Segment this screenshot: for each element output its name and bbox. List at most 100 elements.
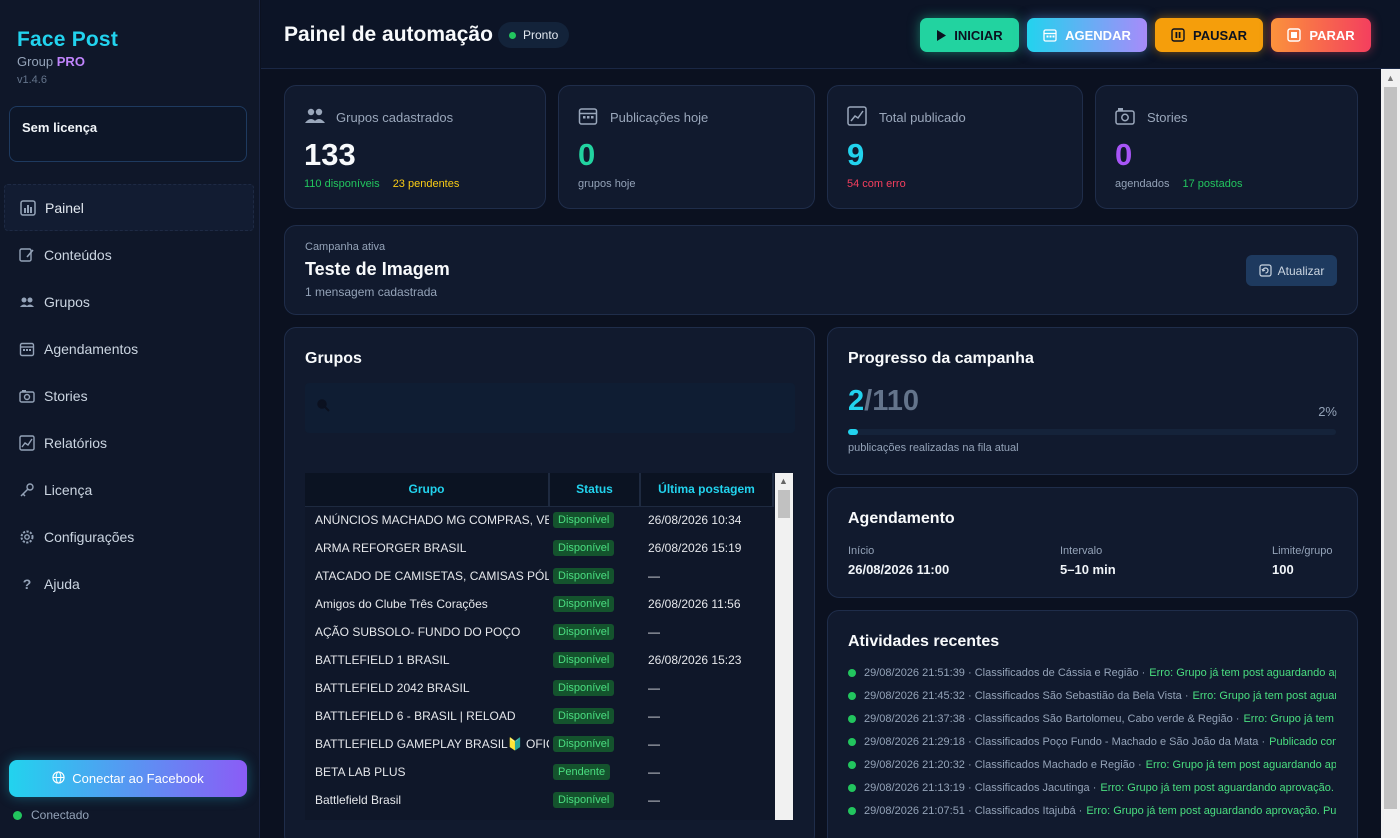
status-badge: Disponível bbox=[553, 568, 615, 584]
status-dot-icon bbox=[509, 31, 516, 39]
schedule-button-label: AGENDAR bbox=[1065, 27, 1131, 43]
refresh-icon bbox=[1259, 264, 1272, 277]
activity-message: Erro: Grupo já tem post aguardando aprov… bbox=[1100, 781, 1336, 794]
groups-panel: Grupos Grupo Status Última postagem ANÚN… bbox=[284, 327, 815, 838]
chart-line-icon bbox=[847, 106, 869, 128]
schedule-button[interactable]: AGENDAR bbox=[1027, 18, 1147, 52]
schedule-start: Início 26/08/2026 11:00 bbox=[848, 545, 949, 577]
schedule-interval: Intervalo 5–10 min bbox=[1060, 545, 1116, 577]
stat-card-groups: Grupos cadastrados 133 110 disponíveis 2… bbox=[284, 85, 546, 209]
activity-meta: 29/08/2026 21:51:39 · Classificados de C… bbox=[864, 666, 1146, 679]
progress-title: Progresso da campanha bbox=[848, 350, 1034, 367]
page-scrollbar-thumb[interactable] bbox=[1384, 87, 1397, 809]
refresh-button-label: Atualizar bbox=[1277, 263, 1325, 278]
column-header-last-post[interactable]: Última postagem bbox=[640, 473, 774, 507]
status-badge: Disponível bbox=[553, 708, 615, 724]
status-badge: Disponível bbox=[553, 624, 615, 640]
table-row[interactable]: Battlefield Brasil Disponível — bbox=[305, 786, 773, 814]
sidebar-item-stories[interactable]: Stories bbox=[4, 372, 254, 419]
stat-available: 110 disponíveis bbox=[304, 178, 380, 190]
stat-label: Publicações hoje bbox=[578, 106, 708, 128]
groups-title: Grupos bbox=[305, 350, 362, 367]
table-row[interactable]: BATTLEFIELD 6 - BRASIL | RELOAD Disponíve… bbox=[305, 702, 773, 730]
list-item: 29/08/2026 21:20:32 · Classificados Mach… bbox=[848, 753, 1336, 776]
sidebar-item-conteudos[interactable]: Conteúdos bbox=[4, 231, 254, 278]
play-icon bbox=[936, 29, 947, 41]
cell-group: BATTLEFIELD 2042 BRASIL bbox=[315, 681, 470, 695]
stat-label-text: Grupos cadastrados bbox=[336, 109, 454, 125]
stat-label: Total publicado bbox=[847, 106, 966, 128]
table-row[interactable]: ARMA REFORGER BRASIL Disponível 26/08/2026… bbox=[305, 534, 773, 562]
cell-group: BATTLEFIELD 6 - BRASIL | RELOAD bbox=[315, 709, 516, 723]
table-row[interactable]: BATTLEFIELD GAMEPLAY BRASIL🔰 OFICIAL Disp… bbox=[305, 730, 773, 758]
sidebar-nav: Painel Conteúdos Grupos Agendamentos Sto… bbox=[4, 184, 254, 607]
activity-message: Erro: Grupo já tem post aguardando aprov… bbox=[1192, 689, 1336, 702]
sidebar-item-label: Configurações bbox=[44, 528, 135, 545]
table-row[interactable]: ANÚNCIOS MACHADO MG COMPRAS, VENDAS Dispo… bbox=[305, 506, 773, 534]
connection-status: Conectado bbox=[13, 808, 89, 822]
sidebar-item-label: Agendamentos bbox=[44, 340, 139, 357]
page-title: Painel de automação bbox=[284, 23, 493, 46]
stop-icon bbox=[1287, 28, 1302, 42]
table-row[interactable]: Amigos do Clube Três Corações Disponível 2… bbox=[305, 590, 773, 618]
groups-table: Grupo Status Última postagem ANÚNCIOS MA… bbox=[305, 473, 794, 820]
progress-percent: 2% bbox=[1318, 404, 1337, 419]
cell-group: BATTLEFIELD 1 BRASIL bbox=[315, 653, 450, 667]
schedule-interval-value: 5–10 min bbox=[1060, 562, 1116, 577]
cell-last-post: — bbox=[648, 765, 660, 779]
progress-card: Progresso da campanha 2/110 2% publicaçõ… bbox=[827, 327, 1358, 475]
scroll-up-icon[interactable]: ▲ bbox=[779, 476, 788, 486]
stat-value: 133 bbox=[304, 137, 356, 172]
status-badge: Pendente bbox=[553, 764, 611, 780]
table-row[interactable]: BETA LAB PLUS Pendente — bbox=[305, 758, 773, 786]
sidebar-item-licenca[interactable]: Licença bbox=[4, 466, 254, 513]
sidebar-item-agendamentos[interactable]: Agendamentos bbox=[4, 325, 254, 372]
sidebar-item-ajuda[interactable]: ? Ajuda bbox=[4, 560, 254, 607]
stat-scheduled: agendados bbox=[1115, 178, 1170, 190]
column-header-group[interactable]: Grupo bbox=[305, 473, 550, 507]
column-header-status[interactable]: Status bbox=[549, 473, 641, 507]
sidebar-item-label: Painel bbox=[45, 199, 84, 216]
schedule-interval-label: Intervalo bbox=[1060, 545, 1103, 557]
table-row[interactable]: BATTLEFIELD 1 BRASIL Disponível 26/08/2026… bbox=[305, 646, 773, 674]
table-scrollbar[interactable]: ▲ bbox=[775, 473, 793, 820]
list-item: 29/08/2026 21:45:32 · Classificados São … bbox=[848, 684, 1336, 707]
chart-line-icon bbox=[18, 434, 36, 452]
start-button[interactable]: INICIAR bbox=[920, 18, 1019, 52]
table-header-row: Grupo Status Última postagem bbox=[305, 473, 774, 507]
scroll-up-icon[interactable]: ▲ bbox=[1386, 73, 1395, 83]
status-dot-icon bbox=[848, 714, 856, 723]
table-row[interactable]: AÇÃO SUBSOLO- FUNDO DO POÇO Disponível — bbox=[305, 618, 773, 646]
page-scrollbar[interactable]: ▲ bbox=[1381, 69, 1400, 838]
cell-group: AÇÃO SUBSOLO- FUNDO DO POÇO bbox=[315, 625, 521, 639]
schedule-limit: Limite/grupo 100 bbox=[1272, 545, 1333, 577]
search-input[interactable] bbox=[338, 400, 758, 416]
progress-current: 2 bbox=[848, 385, 865, 417]
list-item: 29/08/2026 21:37:38 · Classificados São … bbox=[848, 707, 1336, 730]
table-row[interactable]: BATTLEFIELD 2042 BRASIL Disponível — bbox=[305, 674, 773, 702]
activity-message: Erro: Grupo já tem post aguardando aprov… bbox=[1086, 804, 1336, 817]
search-box[interactable] bbox=[305, 383, 795, 433]
status-badge: Disponível bbox=[553, 652, 615, 668]
cell-group: BETA LAB PLUS bbox=[315, 765, 406, 779]
cell-last-post: 26/08/2026 15:23 bbox=[648, 653, 742, 667]
schedule-start-label: Início bbox=[848, 545, 875, 557]
cell-group: ARMA REFORGER BRASIL bbox=[315, 541, 467, 555]
progress-total: /110 bbox=[864, 385, 919, 417]
connect-facebook-button[interactable]: Conectar ao Facebook bbox=[9, 760, 247, 797]
table-scrollbar-thumb[interactable] bbox=[778, 490, 790, 518]
stop-button[interactable]: PARAR bbox=[1271, 18, 1371, 52]
schedule-title: Agendamento bbox=[848, 510, 955, 527]
sidebar-item-configuracoes[interactable]: Configurações bbox=[4, 513, 254, 560]
pause-button[interactable]: PAUSAR bbox=[1155, 18, 1263, 52]
refresh-button[interactable]: Atualizar bbox=[1246, 255, 1337, 286]
globe-icon bbox=[52, 770, 65, 787]
license-box[interactable]: Sem licença bbox=[9, 106, 247, 162]
stat-pending: 23 pendentes bbox=[392, 178, 460, 190]
sidebar-item-painel[interactable]: Painel bbox=[4, 184, 254, 231]
stat-posted: 17 postados bbox=[1182, 178, 1243, 190]
sidebar-item-relatorios[interactable]: Relatórios bbox=[4, 419, 254, 466]
cell-last-post: 26/08/2026 10:34 bbox=[648, 513, 742, 528]
sidebar-item-grupos[interactable]: Grupos bbox=[4, 278, 254, 325]
table-row[interactable]: ATACADO DE CAMISETAS, CAMISAS PÓLOS Dispo… bbox=[305, 562, 773, 590]
